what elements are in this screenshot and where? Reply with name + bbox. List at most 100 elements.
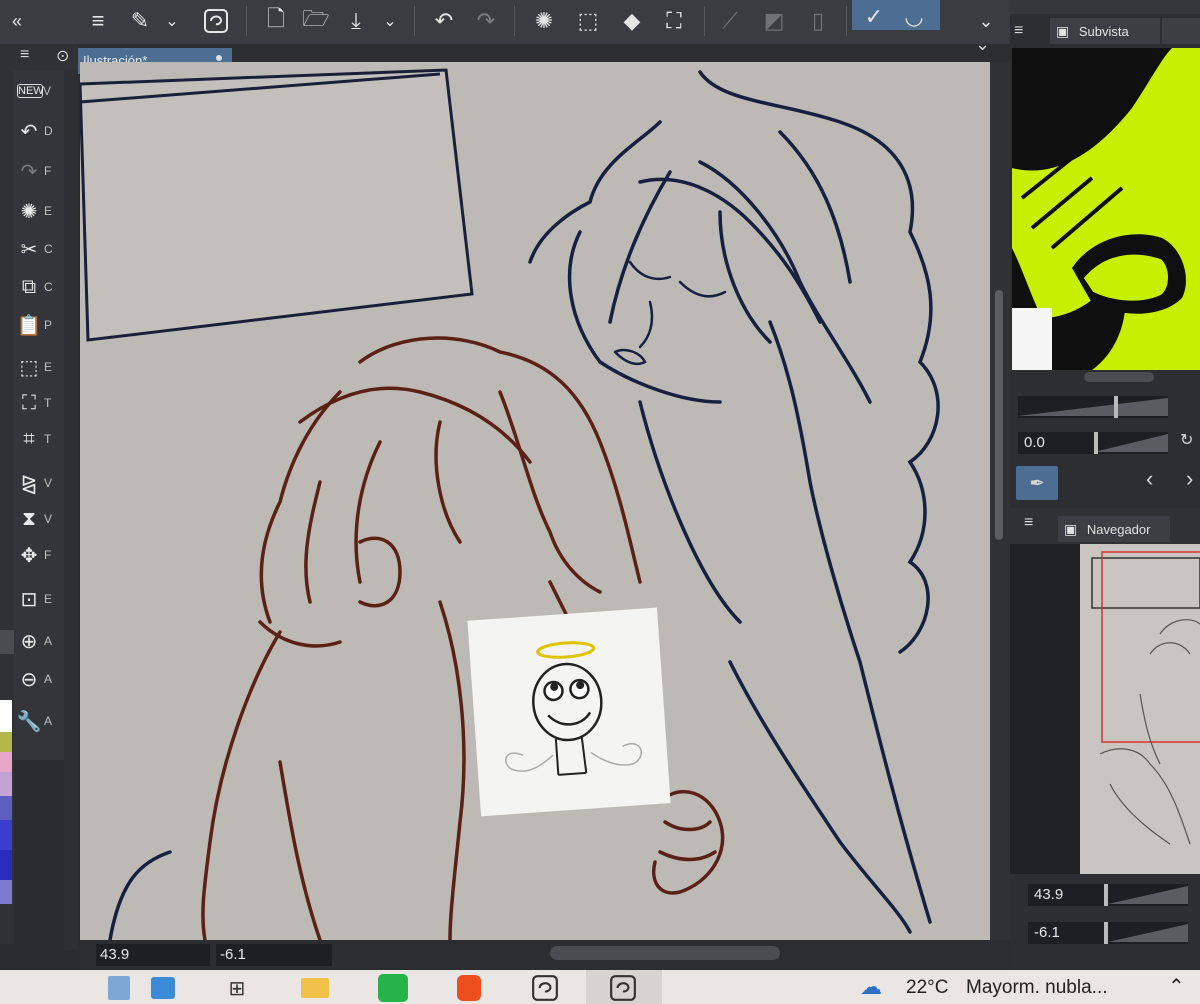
- subview-value-slider[interactable]: 0.0: [1018, 432, 1168, 454]
- app-logo-icon[interactable]: [198, 4, 234, 38]
- ruler-icon[interactable]: ⟋: [712, 4, 748, 38]
- paste-icon: 📋: [16, 314, 42, 337]
- store-icon[interactable]: [148, 974, 178, 1002]
- tool-copy[interactable]: ⧉ C: [14, 270, 64, 304]
- task-view-icon[interactable]: ⊞: [222, 974, 252, 1002]
- toolbar-separator: [514, 6, 515, 36]
- canvas-horizontal-scrollbar[interactable]: [550, 946, 780, 960]
- subview-scrollbar[interactable]: [1084, 372, 1154, 382]
- tool-cut[interactable]: ✂ C: [14, 232, 64, 266]
- subview-image: [1012, 48, 1200, 370]
- toolbar-separator: [846, 6, 847, 36]
- whatsapp-icon[interactable]: [378, 974, 408, 1002]
- navigator-rotation-slider[interactable]: -6.1: [1028, 922, 1188, 944]
- tool-clear[interactable]: ✺ E: [14, 194, 64, 228]
- frame-icon[interactable]: ▯: [800, 4, 836, 38]
- color-palette-strip: [0, 700, 12, 940]
- tool-undo[interactable]: ↶ D: [14, 114, 64, 148]
- select-area-icon: ⬚: [19, 356, 39, 379]
- app-logo-icon[interactable]: [608, 974, 638, 1002]
- menu-icon[interactable]: ≡: [1014, 22, 1023, 40]
- edit-brush-icon[interactable]: ✎: [122, 4, 158, 38]
- file-icon[interactable]: [104, 974, 134, 1002]
- mask-icon[interactable]: ◩: [756, 4, 792, 38]
- copy-icon: ⧉: [21, 275, 37, 298]
- tab-navigator[interactable]: ▣ Navegador: [1058, 516, 1170, 542]
- tab-subview[interactable]: ▣ Subvista: [1050, 18, 1160, 44]
- navigator-zoom-slider[interactable]: 43.9: [1028, 884, 1188, 906]
- rotation-field[interactable]: -6.1: [216, 944, 332, 966]
- drawing-canvas[interactable]: [80, 62, 990, 940]
- toolbar-separator: [704, 6, 705, 36]
- scale-icon: ⌗: [23, 427, 35, 450]
- navigator-preview[interactable]: [1080, 544, 1200, 874]
- snap-ruler-icon[interactable]: ✓: [856, 0, 892, 34]
- tool-ruler[interactable]: ⊡ E: [14, 582, 64, 616]
- search-icon[interactable]: ⊙: [56, 46, 69, 66]
- navigator-icon: ▣: [1064, 521, 1078, 537]
- zoom-in-icon: ⊕: [20, 630, 38, 653]
- new-icon: NEW: [17, 84, 44, 98]
- clear-icon: ✺: [20, 200, 38, 223]
- tool-redo[interactable]: ↷ F: [14, 154, 64, 188]
- tool-scale[interactable]: ⌗ T: [14, 422, 64, 456]
- undo-icon[interactable]: ↶: [426, 4, 462, 38]
- tool-panel-header: ≡ ⊙: [14, 44, 78, 70]
- redo-icon[interactable]: ↷: [468, 4, 504, 38]
- subview-slider-1[interactable]: [1018, 396, 1168, 418]
- weather-icon[interactable]: ☁: [860, 974, 882, 1000]
- chevron-up-icon[interactable]: ⌃: [1168, 974, 1185, 999]
- tool-settings[interactable]: 🔧 A: [14, 704, 64, 738]
- chevron-right-icon[interactable]: ›: [1186, 466, 1193, 492]
- zoom-field[interactable]: 43.9: [96, 944, 210, 966]
- app-logo-icon[interactable]: [530, 974, 560, 1002]
- menu-icon[interactable]: ≡: [20, 46, 29, 64]
- check-icon[interactable]: [0, 630, 14, 654]
- save-icon[interactable]: ⤓: [338, 4, 374, 38]
- transform-icon: ⛶: [22, 391, 36, 414]
- tool-select-area[interactable]: ⬚ E: [14, 350, 64, 384]
- weather-temp[interactable]: 22°C: [906, 977, 948, 999]
- collapse-down-icon[interactable]: ⌄: [968, 4, 1004, 38]
- chevron-down-icon[interactable]: ⌄: [975, 34, 990, 55]
- ruler-icon: ⊡: [20, 588, 38, 611]
- select-icon[interactable]: ⬚: [570, 4, 606, 38]
- snap-special-icon[interactable]: ◡: [896, 0, 932, 34]
- tool-zoom-out[interactable]: ⊖ A: [14, 662, 64, 696]
- open-folder-icon[interactable]: 🗁: [298, 4, 334, 38]
- tool-new[interactable]: NEW V: [14, 74, 64, 108]
- rotate-icon[interactable]: ↻: [1180, 430, 1193, 450]
- collapse-icon[interactable]: «: [2, 4, 32, 38]
- settings-icon: 🔧: [16, 710, 42, 733]
- loading-icon[interactable]: ✺: [526, 4, 562, 38]
- os-taskbar: ⊞ ☁ 22°C Mayorm. nubla... ⌃: [0, 970, 1200, 1004]
- move-icon: ✥: [20, 544, 38, 567]
- folder-icon[interactable]: [300, 974, 330, 1002]
- tool-flip-vertical[interactable]: ⧗ V: [14, 502, 64, 536]
- menu-icon[interactable]: ≡: [80, 4, 116, 38]
- panel-divider: [64, 70, 78, 950]
- tool-paste[interactable]: 📋 P: [14, 308, 64, 342]
- tab-other[interactable]: [1162, 18, 1200, 44]
- canvas-status-bar: 43.9 -6.1: [80, 940, 1010, 970]
- chevron-down-icon[interactable]: ⌄: [160, 4, 184, 38]
- tool-move[interactable]: ✥ F: [14, 538, 64, 572]
- eyedropper-icon[interactable]: ✒: [1016, 466, 1058, 500]
- dock-header: [1010, 0, 1200, 14]
- weather-desc[interactable]: Mayorm. nubla...: [966, 977, 1108, 999]
- new-file-icon[interactable]: 🗋: [258, 4, 294, 38]
- scrollbar-thumb[interactable]: [995, 290, 1003, 540]
- sketch-artwork: [80, 68, 940, 940]
- top-toolbar: « ≡ ✎ ⌄ 🗋 🗁 ⤓ ⌄ ↶ ↷ ✺ ⬚ ◆ ⛶ ⟋ ◩ ▯ ✓ ◡ ⌄: [0, 0, 1010, 45]
- transform-icon[interactable]: ⛶: [656, 4, 692, 38]
- tool-transform[interactable]: ⛶ T: [14, 386, 64, 420]
- tool-flip-horizontal[interactable]: ⧎ V: [14, 466, 64, 500]
- chevron-down-icon[interactable]: ⌄: [378, 4, 402, 38]
- undo-icon: ↶: [20, 120, 38, 143]
- tool-zoom-in[interactable]: ⊕ A: [14, 624, 64, 658]
- chevron-left-icon[interactable]: ‹: [1146, 466, 1153, 492]
- menu-icon[interactable]: ≡: [1024, 514, 1033, 532]
- brave-icon[interactable]: [454, 974, 484, 1002]
- zoom-out-icon: ⊖: [20, 668, 38, 691]
- fill-icon[interactable]: ◆: [614, 4, 650, 38]
